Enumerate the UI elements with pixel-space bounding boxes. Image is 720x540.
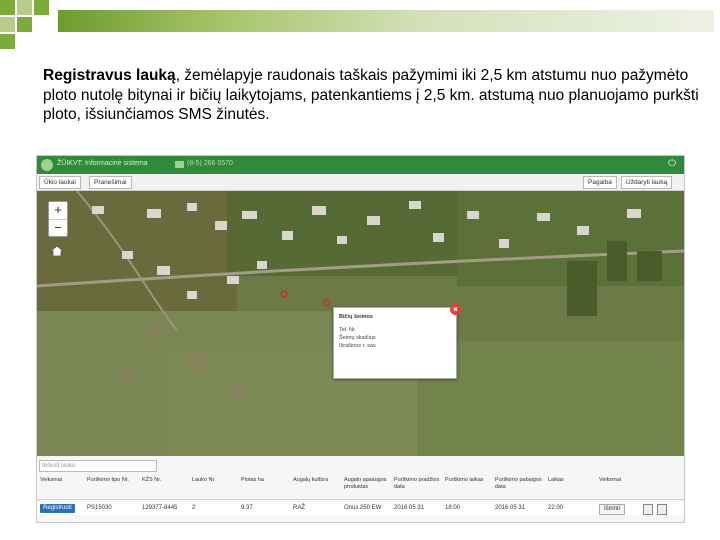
grid-search-input[interactable]: Ieškoti lauko	[39, 460, 157, 472]
cell-end-date: 2016 05 31	[495, 505, 526, 511]
app-window: ŽŪIKVT: Informacinė sistema (8-5) 266 05…	[36, 155, 685, 523]
cell-crop: RAŽ	[293, 505, 305, 511]
grid-header: Laikas	[548, 477, 564, 483]
tab-notices[interactable]: Pranešimai	[89, 176, 132, 189]
decor-square	[17, 17, 32, 32]
table-row[interactable]: Registruoti PS15030 129377-8445 2 9.37 R…	[37, 502, 684, 515]
grid-header: Purškimo pabaigos data	[495, 477, 542, 490]
leaf-logo-icon	[41, 159, 53, 171]
grid-header: Purškimo tipo Nr.	[87, 477, 129, 483]
decor-square	[0, 0, 15, 15]
cell-spray-no: PS15030	[87, 505, 112, 511]
add-field-button[interactable]: Uždaryti lauką	[621, 176, 673, 189]
help-button[interactable]: Pagalba	[583, 176, 617, 189]
power-icon[interactable]: ⏻	[668, 158, 676, 169]
cell-start-time: 18:00	[445, 505, 461, 511]
grid-header: Plotas ha	[241, 477, 264, 483]
phone-icon	[175, 161, 184, 168]
grid-header: Augalo apsaugos produktas	[344, 477, 387, 490]
satellite-map[interactable]: + − Bičių šeimos Tel. Nr. Šeimų skaičius…	[37, 191, 684, 456]
decor-square	[0, 17, 15, 32]
cell-area: 9.37	[241, 505, 253, 511]
cell-field: 2	[192, 505, 196, 511]
zoom-in-button[interactable]: +	[49, 202, 67, 220]
grid-header: KŽS Nr.	[142, 477, 162, 483]
popup-family-count: Šeimų skaičius	[339, 335, 376, 341]
grid-divider	[37, 499, 684, 500]
zoom-out-button[interactable]: −	[49, 220, 67, 237]
grid-header: Augalų kultūra	[293, 477, 329, 483]
copy-icon[interactable]	[657, 504, 667, 515]
slide-bold-lead: Registravus lauką	[43, 67, 176, 84]
app-header: ŽŪIKVT: Informacinė sistema (8-5) 266 05…	[37, 156, 684, 174]
edit-icon[interactable]	[643, 504, 653, 515]
grid-header: Veiksmai	[599, 477, 622, 483]
decor-square	[0, 34, 15, 49]
apiary-popup: Bičių šeimos Tel. Nr. Šeimų skaičius Išr…	[333, 307, 457, 379]
grid-header: Veiksmai	[40, 477, 63, 483]
decor-square	[34, 0, 49, 15]
grid-header: Purškimo laikas	[445, 477, 484, 483]
cell-kzs: 129377-8445	[142, 505, 178, 511]
delete-button[interactable]: Ištrinti	[599, 504, 626, 515]
cell-end-time: 22:00	[548, 505, 564, 511]
app-title: ŽŪIKVT: Informacinė sistema	[57, 160, 148, 167]
support-phone: (8-5) 266 0570	[187, 160, 233, 167]
cell-start-date: 2016 05 31	[394, 505, 425, 511]
grid-header: Lauko Nr.	[192, 477, 216, 483]
popup-phone: Tel. Nr.	[339, 327, 357, 333]
fields-grid: Ieškoti lauko Veiksmai Purškimo tipo Nr.…	[37, 456, 684, 522]
home-icon[interactable]	[50, 245, 64, 257]
decor-square	[17, 0, 32, 15]
close-icon[interactable]: ×	[450, 304, 461, 315]
zoom-control: + −	[48, 201, 68, 237]
slide-paragraph: Registravus lauką, žemėlapyje raudonais …	[43, 66, 703, 125]
toolbar: Ūkio laukai Pranešimai Pagalba Uždaryti …	[37, 174, 684, 191]
register-button[interactable]: Registruoti	[40, 504, 75, 513]
popup-title: Bičių šeimos	[339, 314, 373, 320]
cell-product: Onus 250 EW	[344, 505, 382, 511]
grid-header: Purškimo pradžios data	[394, 477, 440, 490]
tab-fields[interactable]: Ūkio laukai	[39, 176, 81, 189]
decor-gradient-bar	[58, 10, 714, 32]
popup-municipality: Išrašinos r. sav.	[339, 343, 377, 349]
